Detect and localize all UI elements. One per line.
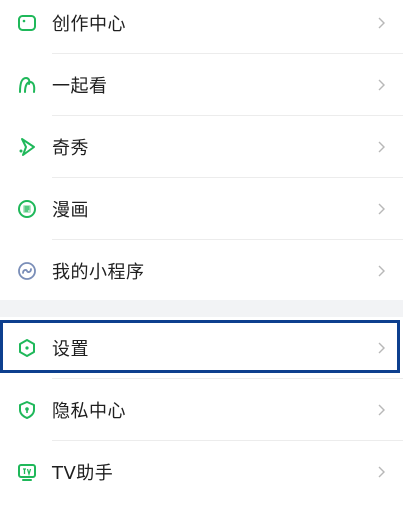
chevron-right-icon <box>378 466 385 478</box>
comic-icon <box>18 200 36 218</box>
menu-item-qixiu[interactable]: 奇秀 <box>0 116 403 178</box>
menu-group-primary: 创作中心 一起看 奇秀 漫画 我的小程序 <box>0 0 403 300</box>
menu-item-label: TV助手 <box>52 463 114 484</box>
menu-item-label: 创作中心 <box>52 14 126 35</box>
chevron-right-icon <box>378 342 385 354</box>
me-page-menu: 创作中心 一起看 奇秀 漫画 我的小程序 设置 隐私中心 TV助手 <box>0 0 403 505</box>
menu-item-label: 奇秀 <box>52 138 89 159</box>
chevron-right-icon <box>378 404 385 416</box>
menu-item-privacy-center[interactable]: 隐私中心 <box>0 379 403 441</box>
watch-together-icon <box>19 76 36 93</box>
chevron-right-icon <box>378 265 385 277</box>
menu-item-watch-together[interactable]: 一起看 <box>0 54 403 116</box>
menu-item-label: 漫画 <box>52 200 89 221</box>
menu-item-comic[interactable]: 漫画 <box>0 178 403 240</box>
menu-item-tv-assistant[interactable]: TV助手 <box>0 441 403 503</box>
chevron-right-icon <box>378 203 385 215</box>
menu-item-label: 我的小程序 <box>52 262 145 283</box>
chevron-right-icon <box>378 141 385 153</box>
menu-item-creator-center[interactable]: 创作中心 <box>0 0 403 54</box>
tv-icon <box>18 464 36 481</box>
menu-item-label: 设置 <box>52 339 89 360</box>
mini-program-icon <box>18 262 36 280</box>
settings-icon <box>19 339 35 357</box>
menu-item-mini-programs[interactable]: 我的小程序 <box>0 240 403 302</box>
chevron-right-icon <box>378 17 385 29</box>
menu-item-label: 隐私中心 <box>52 401 126 422</box>
creator-icon <box>18 15 36 31</box>
menu-item-label: 一起看 <box>52 76 108 97</box>
chevron-right-icon <box>378 79 385 91</box>
privacy-shield-icon <box>19 401 35 419</box>
menu-group-secondary: 设置 隐私中心 TV助手 <box>0 317 403 505</box>
menu-item-settings[interactable]: 设置 <box>0 317 403 379</box>
qixiu-icon <box>19 138 35 156</box>
